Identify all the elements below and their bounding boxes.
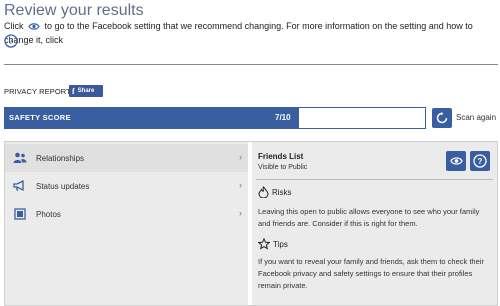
people-icon [13,151,27,165]
refresh-icon [436,112,448,124]
detail-divider [256,179,493,180]
sidebar-item-label: Photos [36,209,61,219]
eye-icon [449,157,463,165]
divider [4,64,498,65]
safety-score-bar: SAFETY SCORE 7/10 [4,107,426,129]
setting-title: Friends List [258,152,304,161]
facebook-share-button[interactable]: f Share [69,85,103,97]
sidebar-item-photos[interactable]: Photos › [5,200,248,228]
sidebar-item-label: Relationships [36,153,85,163]
safety-score-value: 7/10 [275,113,291,122]
question-icon: ? [473,154,487,168]
photo-icon [13,207,27,221]
sidebar-item-relationships[interactable]: Relationships › [5,144,248,172]
svg-text:?: ? [9,37,14,46]
eye-icon [28,22,40,34]
safety-score-label: SAFETY SCORE [9,113,71,122]
risks-heading: Risks [258,186,292,198]
intro-text-end: to go to the Facebook setting that we re… [4,21,473,45]
chevron-right-icon: › [239,180,242,190]
page-title: Review your results [4,2,144,19]
star-icon [258,238,270,250]
privacy-report-label: PRIVACY REPORT [4,87,71,96]
category-sidebar: Relationships › Status updates › Photos … [5,142,248,305]
scan-again-button[interactable] [432,108,452,128]
help-icon[interactable]: ? [4,34,18,53]
intro-text-start: Click [4,21,24,31]
risks-text: Leaving this open to public allows every… [258,207,480,228]
megaphone-icon [13,179,27,193]
setting-visibility: Visible to Public [258,164,308,171]
share-label: Share [77,88,95,94]
detail-pane: Friends List Visible to Public ? Risks L… [252,142,497,305]
svg-text:?: ? [478,157,483,166]
sidebar-item-label: Status updates [36,181,90,191]
facebook-icon: f [72,86,75,96]
risks-heading-label: Risks [272,187,292,197]
intro-text: Click to go to the Facebook setting that… [4,20,498,46]
sidebar-item-status-updates[interactable]: Status updates › [5,172,248,200]
view-setting-button[interactable] [446,151,466,171]
chevron-right-icon: › [239,208,242,218]
flame-icon [258,186,269,198]
help-button[interactable]: ? [470,151,490,171]
tips-heading: Tips [258,238,288,250]
results-panel: Relationships › Status updates › Photos … [4,141,498,306]
chevron-right-icon: › [239,152,242,162]
tips-text: If you want to reveal your family and fr… [258,257,484,290]
tips-heading-label: Tips [273,239,288,249]
scan-again-label[interactable]: Scan again [456,113,496,122]
